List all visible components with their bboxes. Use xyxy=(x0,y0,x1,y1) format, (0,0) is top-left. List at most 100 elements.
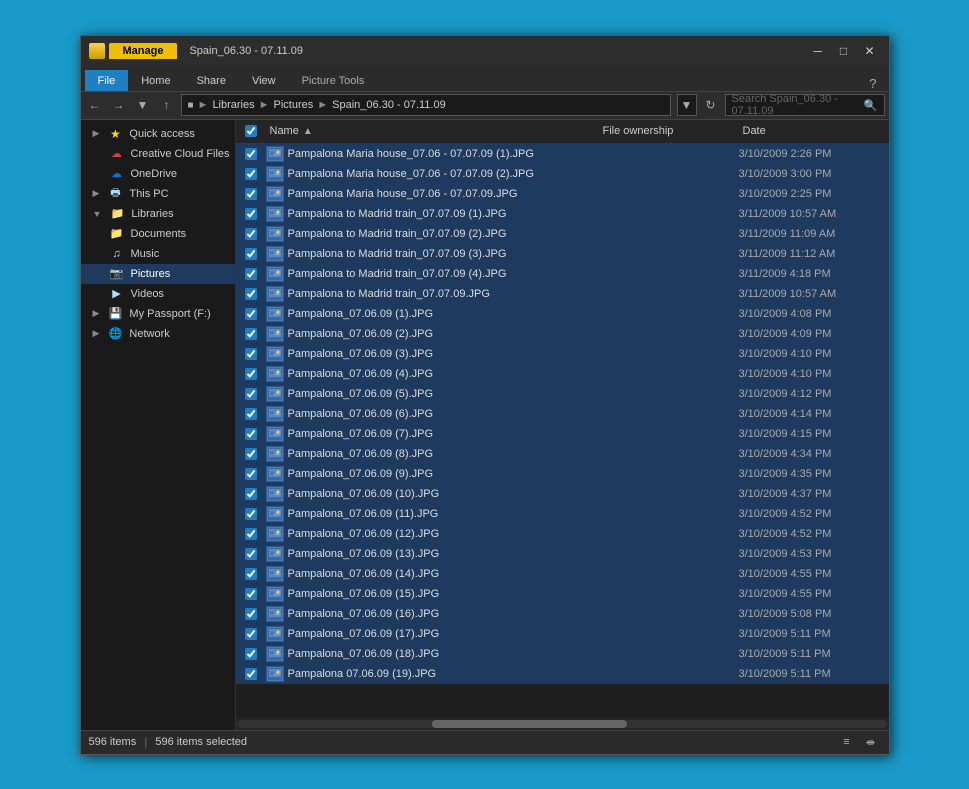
file-checkbox[interactable] xyxy=(236,348,266,360)
file-checkbox[interactable] xyxy=(236,308,266,320)
table-row[interactable]: Pampalona 07.06.09 (19).JPG 3/10/2009 5:… xyxy=(236,664,889,684)
file-checkbox[interactable] xyxy=(236,568,266,580)
sidebar-item-documents[interactable]: 📁 Documents xyxy=(81,224,235,244)
maximize-button[interactable]: □ xyxy=(833,42,855,60)
table-row[interactable]: Pampalona_07.06.09 (9).JPG 3/10/2009 4:3… xyxy=(236,464,889,484)
file-checkbox[interactable] xyxy=(236,468,266,480)
table-row[interactable]: Pampalona_07.06.09 (17).JPG 3/10/2009 5:… xyxy=(236,624,889,644)
row-checkbox[interactable] xyxy=(245,468,257,480)
file-checkbox[interactable] xyxy=(236,388,266,400)
table-row[interactable]: Pampalona_07.06.09 (18).JPG 3/10/2009 5:… xyxy=(236,644,889,664)
forward-button[interactable]: → xyxy=(109,95,129,115)
select-all-checkbox[interactable] xyxy=(245,125,257,137)
table-row[interactable]: Pampalona_07.06.09 (4).JPG 3/10/2009 4:1… xyxy=(236,364,889,384)
table-row[interactable]: Pampalona to Madrid train_07.07.09 (1).J… xyxy=(236,204,889,224)
row-checkbox[interactable] xyxy=(245,528,257,540)
file-checkbox[interactable] xyxy=(236,248,266,260)
file-checkbox[interactable] xyxy=(236,488,266,500)
row-checkbox[interactable] xyxy=(245,228,257,240)
close-button[interactable]: ✕ xyxy=(859,42,881,60)
help-icon[interactable]: ? xyxy=(861,76,884,91)
row-checkbox[interactable] xyxy=(245,408,257,420)
row-checkbox[interactable] xyxy=(245,508,257,520)
row-checkbox[interactable] xyxy=(245,668,257,680)
row-checkbox[interactable] xyxy=(245,348,257,360)
breadcrumb-dropdown[interactable]: ▼ xyxy=(677,94,697,116)
sidebar-item-videos[interactable]: ▶ Videos xyxy=(81,284,235,304)
row-checkbox[interactable] xyxy=(245,568,257,580)
row-checkbox[interactable] xyxy=(245,648,257,660)
table-row[interactable]: Pampalona_07.06.09 (5).JPG 3/10/2009 4:1… xyxy=(236,384,889,404)
row-checkbox[interactable] xyxy=(245,208,257,220)
table-row[interactable]: Pampalona_07.06.09 (2).JPG 3/10/2009 4:0… xyxy=(236,324,889,344)
row-checkbox[interactable] xyxy=(245,148,257,160)
refresh-button[interactable]: ↻ xyxy=(701,94,721,116)
sidebar-item-onedrive[interactable]: ☁ OneDrive xyxy=(81,164,235,184)
row-checkbox[interactable] xyxy=(245,268,257,280)
table-row[interactable]: Pampalona to Madrid train_07.07.09 (4).J… xyxy=(236,264,889,284)
file-checkbox[interactable] xyxy=(236,288,266,300)
file-checkbox[interactable] xyxy=(236,608,266,620)
file-checkbox[interactable] xyxy=(236,648,266,660)
up-button[interactable]: ↑ xyxy=(157,95,177,115)
table-row[interactable]: Pampalona_07.06.09 (13).JPG 3/10/2009 4:… xyxy=(236,544,889,564)
tab-picture-tools[interactable]: Picture Tools xyxy=(289,70,378,91)
table-row[interactable]: Pampalona to Madrid train_07.07.09 (2).J… xyxy=(236,224,889,244)
table-row[interactable]: Pampalona_07.06.09 (3).JPG 3/10/2009 4:1… xyxy=(236,344,889,364)
file-checkbox[interactable] xyxy=(236,228,266,240)
large-icons-view-button[interactable]: ⇼ xyxy=(861,733,881,751)
horizontal-scrollbar[interactable] xyxy=(236,718,889,730)
manage-tab[interactable]: Manage xyxy=(109,43,178,59)
row-checkbox[interactable] xyxy=(245,368,257,380)
row-checkbox[interactable] xyxy=(245,288,257,300)
col-date-header[interactable]: Date xyxy=(739,125,889,137)
row-checkbox[interactable] xyxy=(245,168,257,180)
file-checkbox[interactable] xyxy=(236,368,266,380)
file-checkbox[interactable] xyxy=(236,148,266,160)
file-checkbox[interactable] xyxy=(236,208,266,220)
tab-view[interactable]: View xyxy=(239,70,289,91)
file-checkbox[interactable] xyxy=(236,528,266,540)
sidebar-item-this-pc[interactable]: ▶ 🖶 This PC xyxy=(81,184,235,204)
file-checkbox[interactable] xyxy=(236,508,266,520)
tab-home[interactable]: Home xyxy=(128,70,183,91)
recent-button[interactable]: ▼ xyxy=(133,95,153,115)
table-row[interactable]: Pampalona Maria house_07.06 - 07.07.09.J… xyxy=(236,184,889,204)
row-checkbox[interactable] xyxy=(245,328,257,340)
file-checkbox[interactable] xyxy=(236,268,266,280)
sidebar-item-pictures[interactable]: 📷 Pictures xyxy=(81,264,235,284)
row-checkbox[interactable] xyxy=(245,188,257,200)
table-row[interactable]: Pampalona_07.06.09 (6).JPG 3/10/2009 4:1… xyxy=(236,404,889,424)
minimize-button[interactable]: ─ xyxy=(807,42,829,60)
table-row[interactable]: Pampalona Maria house_07.06 - 07.07.09 (… xyxy=(236,144,889,164)
table-row[interactable]: Pampalona to Madrid train_07.07.09.JPG 3… xyxy=(236,284,889,304)
table-row[interactable]: Pampalona_07.06.09 (10).JPG 3/10/2009 4:… xyxy=(236,484,889,504)
row-checkbox[interactable] xyxy=(245,488,257,500)
row-checkbox[interactable] xyxy=(245,608,257,620)
sidebar-item-quick-access[interactable]: ▶ ★ Quick access xyxy=(81,124,235,144)
breadcrumb-libraries[interactable]: Libraries xyxy=(212,99,254,111)
row-checkbox[interactable] xyxy=(245,388,257,400)
col-name-header[interactable]: Name ▲ xyxy=(266,125,599,137)
file-checkbox[interactable] xyxy=(236,628,266,640)
table-row[interactable]: Pampalona_07.06.09 (7).JPG 3/10/2009 4:1… xyxy=(236,424,889,444)
file-checkbox[interactable] xyxy=(236,188,266,200)
row-checkbox[interactable] xyxy=(245,248,257,260)
details-view-button[interactable]: ≡ xyxy=(837,733,857,751)
sidebar-item-network[interactable]: ▶ 🌐 Network xyxy=(81,324,235,344)
table-row[interactable]: Pampalona_07.06.09 (11).JPG 3/10/2009 4:… xyxy=(236,504,889,524)
breadcrumb[interactable]: ■ ► Libraries ► Pictures ► Spain_06.30 -… xyxy=(181,94,671,116)
row-checkbox[interactable] xyxy=(245,428,257,440)
table-row[interactable]: Pampalona Maria house_07.06 - 07.07.09 (… xyxy=(236,164,889,184)
table-row[interactable]: Pampalona_07.06.09 (1).JPG 3/10/2009 4:0… xyxy=(236,304,889,324)
back-button[interactable]: ← xyxy=(85,95,105,115)
file-checkbox[interactable] xyxy=(236,548,266,560)
table-row[interactable]: Pampalona to Madrid train_07.07.09 (3).J… xyxy=(236,244,889,264)
table-row[interactable]: Pampalona_07.06.09 (15).JPG 3/10/2009 4:… xyxy=(236,584,889,604)
tab-file[interactable]: File xyxy=(85,70,129,91)
file-checkbox[interactable] xyxy=(236,168,266,180)
header-checkbox[interactable] xyxy=(236,125,266,137)
col-ownership-header[interactable]: File ownership xyxy=(599,125,739,137)
tab-share[interactable]: Share xyxy=(184,70,239,91)
file-checkbox[interactable] xyxy=(236,428,266,440)
